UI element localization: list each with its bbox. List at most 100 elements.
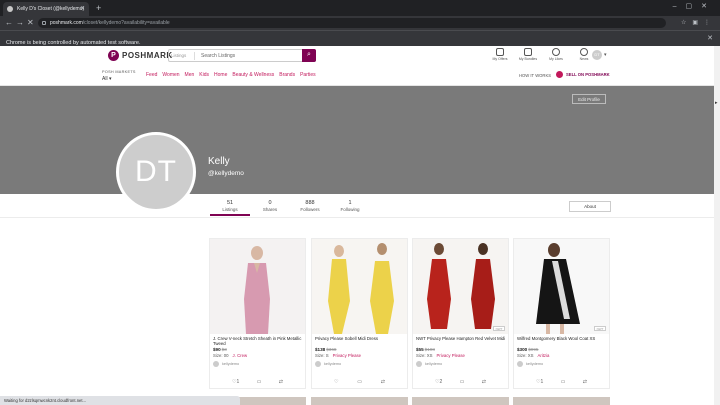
nav-item-kids[interactable]: Kids xyxy=(199,72,209,78)
listing-seller[interactable]: kellydemo xyxy=(413,358,508,367)
new-tab-icon[interactable]: + xyxy=(96,2,101,14)
listing-brand[interactable]: Privacy Please xyxy=(436,353,464,358)
shop-for-label: POSH MARKETS xyxy=(102,70,136,74)
comment-icon[interactable]: ▭ xyxy=(460,379,465,385)
like-count: 1 xyxy=(540,379,544,385)
profile-stats: 51 Listings 0 Shares 888 Followers 1 Fol… xyxy=(210,200,370,216)
listing-brand[interactable]: J. Crew xyxy=(233,353,248,358)
nav-item-feed[interactable]: Feed xyxy=(146,72,157,78)
my-bundles-button[interactable]: My Bundles xyxy=(514,48,542,61)
automation-infobar: Chrome is being controlled by automated … xyxy=(0,30,720,46)
listing-image-partial[interactable] xyxy=(513,397,610,405)
poshmark-logo[interactable]: P POSHMARK xyxy=(108,50,173,61)
stat-followers[interactable]: 888 Followers xyxy=(290,200,330,216)
search-scope-dropdown[interactable]: Listings xyxy=(171,52,195,60)
listing-image[interactable]: NWT xyxy=(514,239,609,334)
chevron-down-icon[interactable]: ▾ xyxy=(604,52,607,58)
share-icon[interactable]: ⇄ xyxy=(583,379,587,385)
listing-title[interactable]: J. Crew V-neck Stretch Sheath in Pink Me… xyxy=(210,334,305,346)
sell-on-poshmark-button[interactable]: SELL ON POSHMARK xyxy=(556,71,610,78)
search-input[interactable]: Search Listings xyxy=(201,52,235,60)
stat-label: Listings xyxy=(222,207,238,212)
seller-avatar xyxy=(517,361,523,367)
browser-tabbar: Kelly D's Closet (@kellydemo) ✕ + –▢✕ xyxy=(0,0,720,16)
listing-image[interactable] xyxy=(210,239,305,334)
close-tab-icon[interactable]: ✕ xyxy=(80,2,85,16)
nwt-badge: NWT xyxy=(493,326,505,331)
edit-profile-button[interactable]: Edit Profile xyxy=(572,94,606,104)
listing-image[interactable]: NWT xyxy=(413,239,508,334)
stat-label: Following xyxy=(340,207,360,212)
lock-icon xyxy=(42,21,46,25)
stat-label: Followers xyxy=(300,207,320,212)
stat-shares[interactable]: 0 Shares xyxy=(250,200,290,216)
listing-card[interactable]: NWT NWT Privacy Please Hampton Red Velve… xyxy=(412,238,509,389)
listing-image-partial[interactable] xyxy=(412,397,509,405)
my-offers-button[interactable]: My Offers xyxy=(486,48,514,61)
stat-count: 0 xyxy=(268,200,272,206)
search-icon[interactable]: ⌕ xyxy=(302,49,316,62)
stat-following[interactable]: 1 Following xyxy=(330,200,370,216)
listing-title[interactable]: Wilfred Montgomery Black Wool Coat XS xyxy=(514,334,609,346)
nav-item-parties[interactable]: Parties xyxy=(300,72,316,78)
share-icon[interactable]: ⇄ xyxy=(482,379,486,385)
header-icons: My Offers My Bundles My Likes News xyxy=(486,48,598,61)
listing-image-partial[interactable] xyxy=(311,397,408,405)
listing-seller[interactable]: kellydemo xyxy=(210,358,305,367)
price-original: $368 xyxy=(326,347,337,352)
browser-tab[interactable]: Kelly D's Closet (@kellydemo) ✕ xyxy=(3,2,89,16)
listing-brand[interactable]: Privacy Please xyxy=(333,353,361,358)
listing-card[interactable]: Privacy Please Sobell Midi Dress $138$36… xyxy=(311,238,408,389)
browser-status-bar: Waiting for d2zlsqmwcnk2nt.cloudfront.ne… xyxy=(0,396,240,405)
listing-image[interactable] xyxy=(312,239,407,334)
listing-seller[interactable]: kellydemo xyxy=(514,358,609,367)
how-it-works-link[interactable]: HOW IT WORKS xyxy=(519,73,551,78)
about-button[interactable]: About xyxy=(569,201,611,212)
stat-count: 888 xyxy=(305,200,315,206)
nav-item-beauty[interactable]: Beauty & Wellness xyxy=(232,72,274,78)
price-current: $55 xyxy=(416,347,424,352)
like-button[interactable]: ♡2 xyxy=(435,379,442,385)
profile-name: Kelly xyxy=(208,156,230,167)
listing-card[interactable]: J. Crew V-neck Stretch Sheath in Pink Me… xyxy=(209,238,306,389)
listing-title[interactable]: Privacy Please Sobell Midi Dress xyxy=(312,334,407,346)
my-likes-button[interactable]: My Likes xyxy=(542,48,570,61)
user-avatar[interactable]: DT xyxy=(592,50,602,60)
listing-card[interactable]: NWT Wilfred Montgomery Black Wool Coat X… xyxy=(513,238,610,389)
like-button[interactable]: ♡ xyxy=(334,379,338,385)
toolbar-icons[interactable]: ☆▣⋮ xyxy=(681,19,716,26)
profile-avatar: DT xyxy=(116,132,196,212)
comment-icon[interactable]: ▭ xyxy=(561,379,566,385)
like-button[interactable]: ♡1 xyxy=(536,379,543,385)
price-current: $138 xyxy=(315,347,326,352)
comment-icon[interactable]: ▭ xyxy=(257,379,262,385)
mouse-cursor-icon: ▸ xyxy=(715,100,718,106)
seller-name: kellydemo xyxy=(324,362,342,366)
stop-icon[interactable]: ✕ xyxy=(27,18,34,28)
sell-label: SELL ON POSHMARK xyxy=(566,72,610,77)
seller-avatar xyxy=(315,361,321,367)
listing-size: Size: S xyxy=(315,353,329,358)
bundle-icon xyxy=(524,48,532,56)
comment-icon[interactable]: ▭ xyxy=(357,379,362,385)
market-selector[interactable]: All ▾ xyxy=(102,76,111,82)
forward-icon[interactable]: → xyxy=(16,18,24,28)
stat-listings[interactable]: 51 Listings xyxy=(210,200,250,216)
infobar-close-icon[interactable]: ✕ xyxy=(701,31,713,46)
nav-item-home[interactable]: Home xyxy=(214,72,227,78)
price-original: $198 xyxy=(424,347,435,352)
window-controls[interactable]: –▢✕ xyxy=(673,2,716,10)
nav-item-brands[interactable]: Brands xyxy=(279,72,295,78)
nwt-badge: NWT xyxy=(594,326,606,331)
price-current: $300 xyxy=(517,347,528,352)
nav-item-men[interactable]: Men xyxy=(185,72,195,78)
share-icon[interactable]: ⇄ xyxy=(381,379,385,385)
listing-brand[interactable]: Aritzia xyxy=(537,353,549,358)
share-icon[interactable]: ⇄ xyxy=(279,379,283,385)
like-button[interactable]: ♡1 xyxy=(232,379,239,385)
address-bar[interactable]: poshmark.com/closet/kellydemo?availabili… xyxy=(38,18,666,28)
back-icon[interactable]: ← xyxy=(5,18,13,28)
nav-item-women[interactable]: Women xyxy=(162,72,179,78)
listing-title[interactable]: NWT Privacy Please Hampton Red Velvet Mi… xyxy=(413,334,508,346)
listing-seller[interactable]: kellydemo xyxy=(312,358,407,367)
